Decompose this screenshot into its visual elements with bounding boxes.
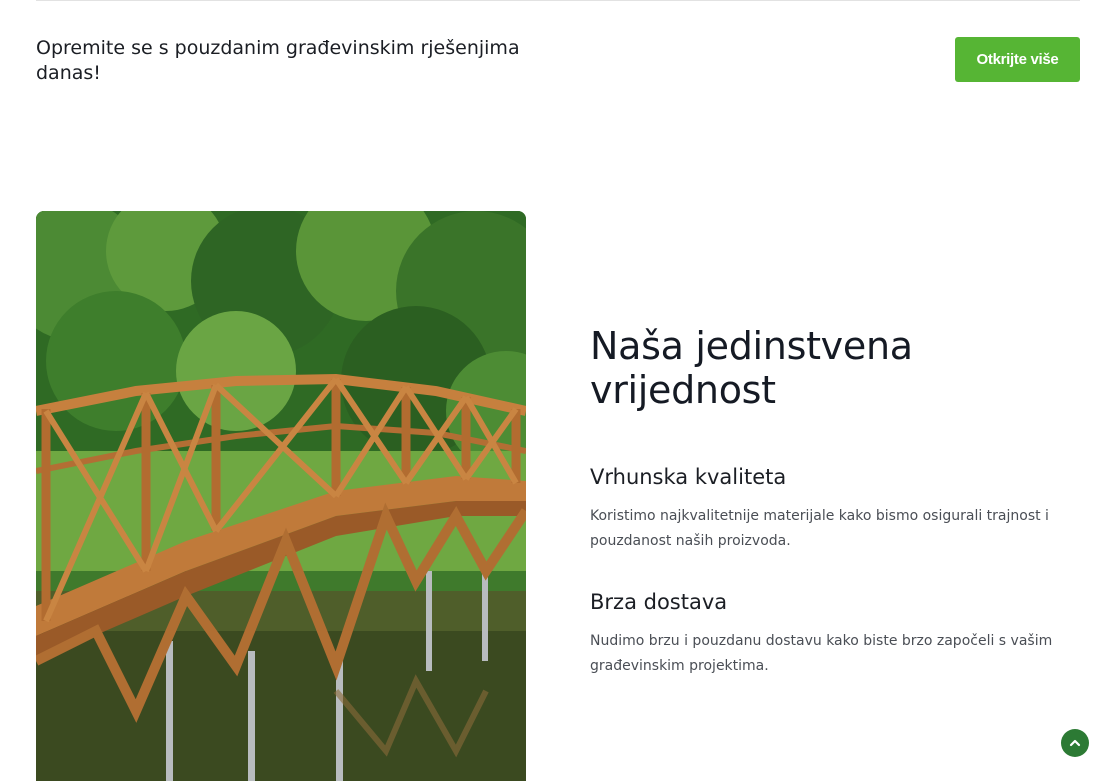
feature-title-delivery: Brza dostava xyxy=(590,590,728,614)
section-divider xyxy=(36,0,1080,1)
scroll-to-top-button[interactable] xyxy=(1061,729,1089,757)
feature-description-quality: Koristimo najkvalitetnije materijale kak… xyxy=(590,508,1049,549)
chevron-up-icon xyxy=(1069,739,1081,747)
cta-text: Opremite se s pouzdanim građevinskim rje… xyxy=(36,37,520,84)
discover-more-button[interactable]: Otkrijte više xyxy=(955,37,1080,82)
section-title: Naša jedinstvena vrijednost xyxy=(590,324,913,412)
page: Opremite se s pouzdanim građevinskim rje… xyxy=(0,0,1108,781)
feature-title-quality: Vrhunska kvaliteta xyxy=(590,465,787,489)
feature-description-delivery: Nudimo brzu i pouzdanu dostavu kako bist… xyxy=(590,633,1053,674)
bridge-photo xyxy=(36,211,526,781)
